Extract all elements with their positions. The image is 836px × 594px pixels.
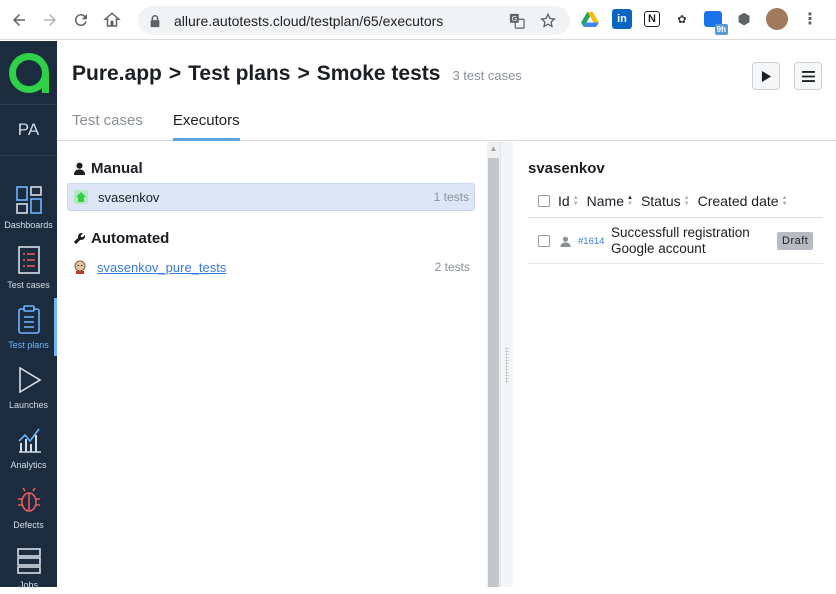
- forward-icon[interactable]: [38, 8, 62, 32]
- allure-logo[interactable]: [0, 41, 57, 104]
- breadcrumb-separator: >: [168, 62, 182, 85]
- sidebar-item-launches[interactable]: Launches: [0, 354, 57, 414]
- select-all-checkbox[interactable]: [538, 194, 550, 207]
- hamburger-icon: [801, 70, 815, 82]
- address-bar[interactable]: allure.autotests.cloud/testplan/65/execu…: [138, 6, 570, 35]
- page-header: Pure.app > Test plans > Smoke tests 3 te…: [57, 41, 836, 141]
- project-switcher[interactable]: PA: [0, 104, 57, 156]
- back-icon[interactable]: [7, 8, 31, 32]
- executor-test-count: 1 tests: [433, 190, 469, 204]
- column-status[interactable]: Status ▲ ▼: [641, 193, 690, 209]
- tab-test-cases[interactable]: Test cases: [72, 112, 143, 141]
- play-icon: [761, 70, 771, 82]
- sidebar-item-label: Test plans: [8, 340, 49, 350]
- tab-executors[interactable]: Executors: [172, 112, 240, 141]
- executors-scrollbar[interactable]: ▲: [487, 142, 500, 587]
- url-text: allure.autotests.cloud/testplan/65/execu…: [174, 12, 444, 29]
- pane-resize-handle[interactable]: [500, 142, 513, 587]
- scrollbar-thumb[interactable]: [488, 158, 499, 587]
- sidebar-item-analytics[interactable]: Analytics: [0, 414, 57, 474]
- column-name[interactable]: Name ▲ ▼: [587, 193, 633, 209]
- executor-name: svasenkov: [98, 189, 160, 205]
- manual-user-icon: [560, 236, 571, 247]
- lock-icon: [150, 14, 160, 27]
- sort-icon: ▲ ▼: [572, 194, 579, 207]
- jobs-icon: [16, 548, 41, 574]
- analytics-icon: [17, 428, 41, 453]
- test-cases-icon: [17, 246, 40, 274]
- row-checkbox[interactable]: [538, 235, 550, 247]
- test-case-name[interactable]: Successfull registration Google account: [611, 225, 771, 257]
- notion-icon[interactable]: N: [644, 11, 660, 27]
- linkedin-icon[interactable]: in: [612, 9, 632, 29]
- sidebar-item-jobs[interactable]: Jobs: [0, 534, 57, 594]
- table-row[interactable]: #1614 Successfull registration Google ac…: [528, 219, 823, 264]
- breadcrumb-separator: >: [297, 62, 310, 85]
- tab-bar: Test cases Executors: [72, 112, 270, 141]
- test-case-count: 3 test cases: [452, 68, 522, 83]
- table-header: Id ▲ ▼ Name ▲ ▼ Status ▲ ▼ Created date ▲ ▼: [528, 184, 823, 218]
- menu-button[interactable]: [794, 62, 822, 90]
- sidebar-item-test-cases[interactable]: Test cases: [0, 234, 57, 294]
- play-icon: [18, 366, 42, 394]
- extension-tree-icon[interactable]: ✿: [672, 9, 692, 29]
- sidebar-item-label: Dashboards: [4, 220, 53, 230]
- home-icon[interactable]: [100, 8, 124, 32]
- bug-icon: [17, 487, 40, 512]
- executor-row-automated[interactable]: svasenkov_pure_tests 2 tests: [67, 253, 475, 281]
- executor-detail-pane: svasenkov Id ▲ ▼ Name ▲ ▼ Status ▲ ▼ Create…: [513, 142, 836, 587]
- sort-icon: ▲ ▼: [781, 194, 788, 207]
- svg-text:G: G: [512, 14, 518, 23]
- translate-icon[interactable]: G: [508, 12, 526, 30]
- column-created-date[interactable]: Created date ▲ ▼: [698, 193, 788, 209]
- automated-group-title: Automated: [73, 230, 169, 247]
- column-id[interactable]: Id ▲ ▼: [558, 193, 579, 209]
- breadcrumb: Pure.app > Test plans > Smoke tests 3 te…: [72, 62, 522, 86]
- breadcrumb-project[interactable]: Pure.app: [72, 62, 162, 86]
- page-title: Smoke tests: [316, 62, 441, 85]
- breadcrumb-test-plans[interactable]: Test plans: [188, 62, 290, 86]
- puzzle-icon[interactable]: ⬢: [734, 9, 754, 29]
- executor-test-count: 2 tests: [434, 260, 470, 274]
- test-case-id[interactable]: #1614: [578, 236, 608, 247]
- sidebar: PA Dashboards Test cases Test plans Laun…: [0, 41, 57, 590]
- sidebar-item-dashboards[interactable]: Dashboards: [0, 174, 57, 234]
- status-badge: Draft: [777, 232, 814, 250]
- executor-link[interactable]: svasenkov_pure_tests: [97, 260, 435, 275]
- run-button[interactable]: [752, 62, 780, 90]
- sort-icon: ▲ ▼: [683, 194, 690, 207]
- extensions-bar: in N ✿ 9h ⬢ ⋮: [580, 8, 820, 35]
- browser-menu-icon[interactable]: ⋮: [800, 9, 820, 29]
- sidebar-item-label: Test cases: [7, 280, 50, 290]
- executors-pane: Manual svasenkov 1 tests Automated svase…: [57, 142, 487, 587]
- executor-row-manual[interactable]: svasenkov 1 tests: [67, 183, 475, 211]
- sidebar-item-test-plans[interactable]: Test plans: [0, 294, 57, 356]
- test-plans-icon: [17, 305, 40, 334]
- jenkins-avatar-icon: [74, 260, 86, 274]
- user-icon: [73, 162, 86, 175]
- reload-icon[interactable]: [69, 8, 93, 32]
- bookmark-star-icon[interactable]: [539, 12, 557, 30]
- user-avatar-icon: [74, 190, 88, 204]
- dashboards-icon: [15, 186, 42, 214]
- extension-badge: 9h: [714, 24, 728, 35]
- detail-title: svasenkov: [528, 160, 605, 177]
- sort-icon: ▲ ▼: [627, 194, 633, 207]
- browser-toolbar: allure.autotests.cloud/testplan/65/execu…: [0, 0, 836, 40]
- sidebar-item-label: Launches: [8, 400, 49, 410]
- avatar[interactable]: [766, 8, 788, 30]
- manual-group-title: Manual: [73, 160, 143, 177]
- sidebar-item-label: Analytics: [10, 460, 47, 470]
- sidebar-item-label: Defects: [13, 520, 44, 530]
- sidebar-item-defects[interactable]: Defects: [0, 474, 57, 534]
- scroll-up-icon[interactable]: ▲: [487, 142, 500, 155]
- drive-icon[interactable]: [580, 9, 600, 29]
- grip-icon: [505, 346, 509, 383]
- calendar-extension-icon[interactable]: 9h: [704, 11, 728, 35]
- sidebar-item-label: Jobs: [18, 580, 38, 590]
- wrench-icon: [73, 232, 86, 245]
